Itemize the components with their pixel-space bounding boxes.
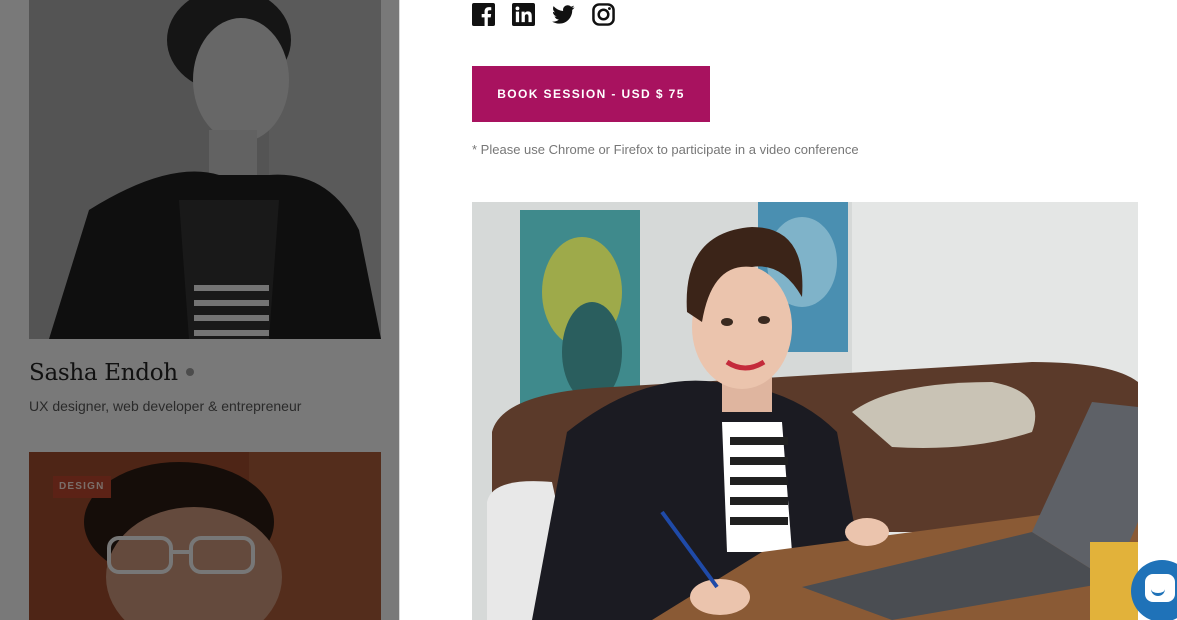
browser-note: * Please use Chrome or Firefox to partic… — [472, 142, 859, 157]
mentor-hero-photo — [472, 202, 1138, 620]
chat-icon — [1145, 574, 1175, 602]
book-session-button[interactable]: BOOK SESSION - USD $ 75 — [472, 66, 710, 122]
instagram-icon[interactable] — [592, 3, 615, 26]
panel-divider — [399, 0, 400, 620]
social-links — [472, 3, 615, 26]
twitter-icon[interactable] — [552, 3, 575, 26]
facebook-icon[interactable] — [472, 3, 495, 26]
mentor-profile-page: Sasha Endoh UX designer, web developer &… — [0, 0, 1177, 620]
linkedin-icon[interactable] — [512, 3, 535, 26]
mentor-list-panel: Sasha Endoh UX designer, web developer &… — [0, 0, 400, 620]
modal-overlay[interactable] — [0, 0, 400, 620]
